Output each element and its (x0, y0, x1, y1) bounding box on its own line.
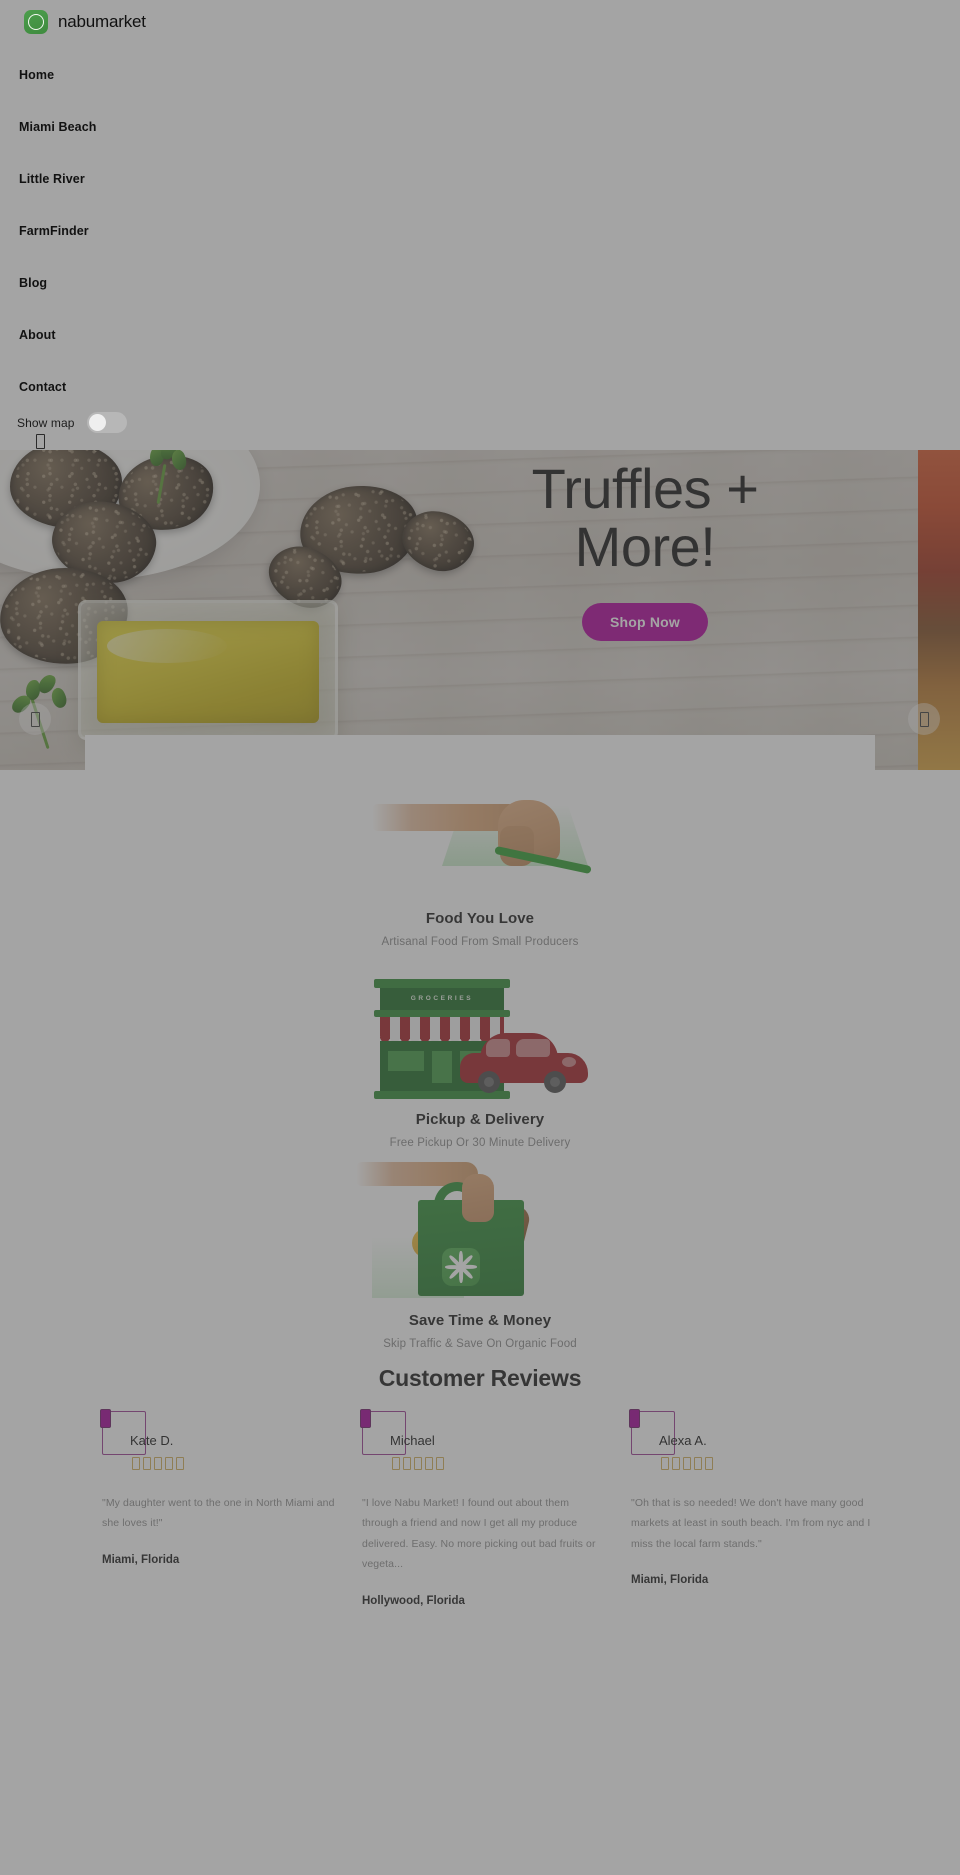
nav-item-about[interactable]: About (19, 328, 56, 342)
nav-item-little-river[interactable]: Little River (19, 172, 85, 186)
hamburger-menu-icon[interactable] (36, 434, 45, 454)
menu-scrim-overlay[interactable] (0, 0, 960, 1875)
show-map-toggle[interactable] (86, 412, 127, 433)
page-root: Truffles + More! Shop Now Food You Love … (0, 0, 960, 1875)
show-map-label: Show map (17, 415, 75, 430)
nav-item-contact[interactable]: Contact (19, 380, 66, 394)
nav-item-farmfinder[interactable]: FarmFinder (19, 224, 89, 238)
show-map-row: Show map (17, 412, 127, 433)
nav-item-blog[interactable]: Blog (19, 276, 47, 290)
nabu-petal-logo-icon (24, 10, 48, 34)
brand-logo[interactable]: nabumarket (24, 10, 146, 34)
brand-name: nabumarket (58, 12, 146, 31)
nav-item-miami-beach[interactable]: Miami Beach (19, 120, 97, 134)
nav-item-home[interactable]: Home (19, 68, 54, 82)
